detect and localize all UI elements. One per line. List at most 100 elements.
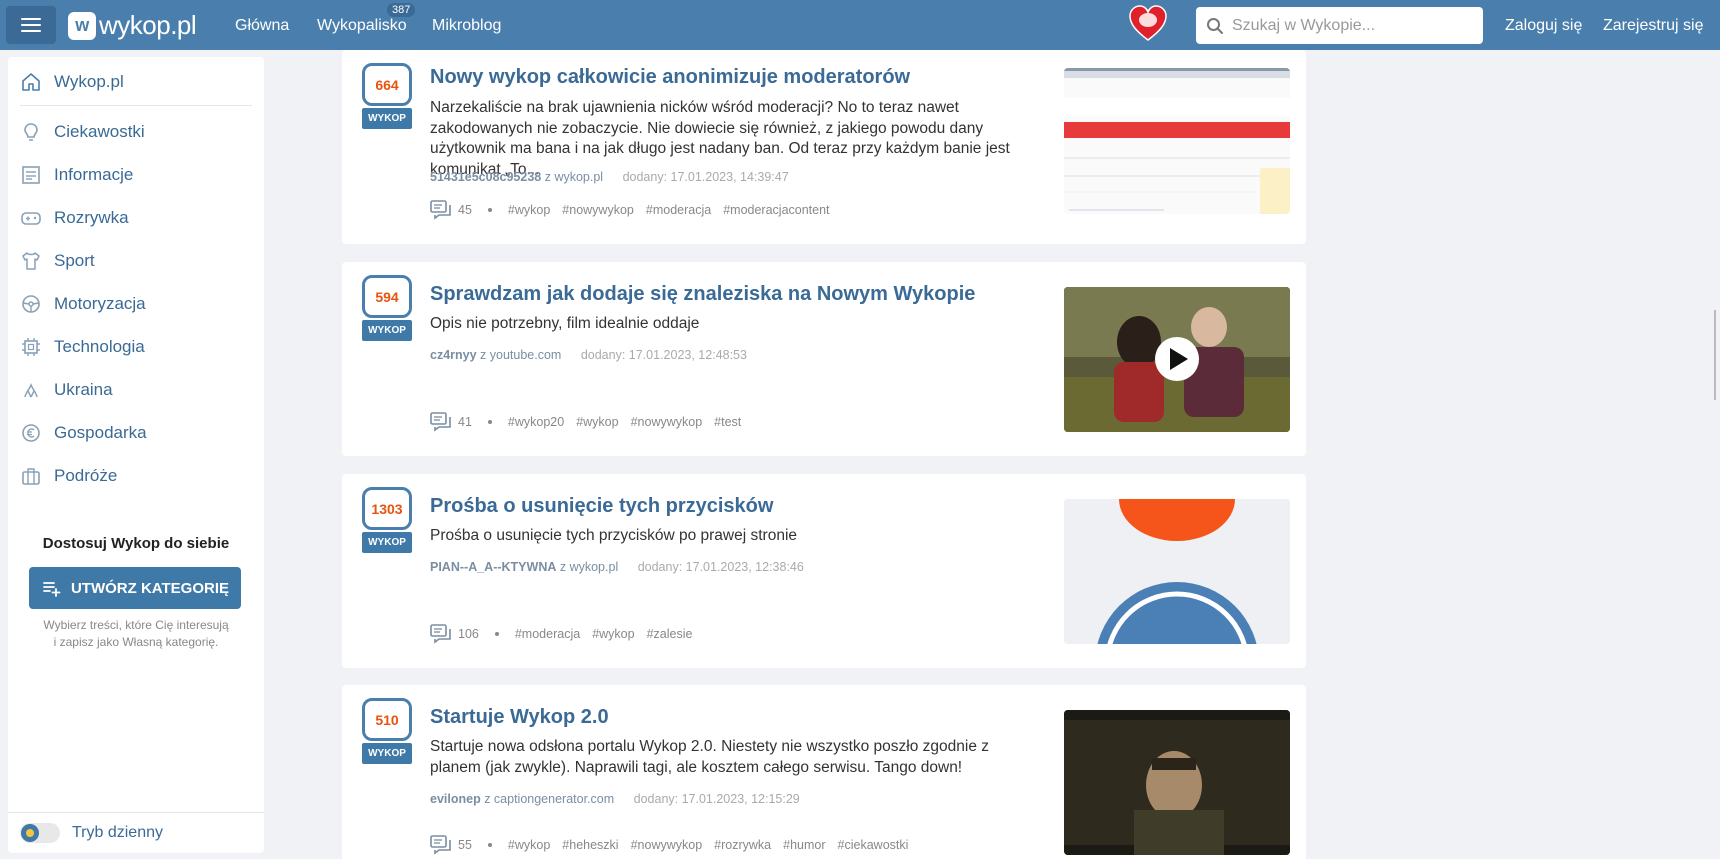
tag-link[interactable]: #zalesie <box>647 627 693 641</box>
toggle-switch[interactable] <box>20 823 60 843</box>
video-thumbnail[interactable] <box>1064 287 1290 432</box>
tag-link[interactable]: #nowywykop <box>562 203 634 217</box>
tag-link[interactable]: #wykop <box>592 627 634 641</box>
gamepad-icon <box>20 207 42 229</box>
tag-link[interactable]: #wykop20 <box>508 415 564 429</box>
register-link[interactable]: Zarejestruj się <box>1603 17 1703 35</box>
tag-link[interactable]: #nowywykop <box>631 415 703 429</box>
vote-count[interactable]: 594 <box>362 275 412 318</box>
sidebar-item-ukraina[interactable]: Ukraina <box>20 375 113 405</box>
sidebar-item-gospodarka[interactable]: Gospodarka <box>20 418 147 448</box>
sidebar-item-sport[interactable]: Sport <box>20 246 95 276</box>
sidebar-item-informacje[interactable]: Informacje <box>20 160 133 190</box>
sidebar-item-ciekawostki[interactable]: Ciekawostki <box>20 117 145 147</box>
sidebar-divider <box>8 812 264 813</box>
vote-count[interactable]: 510 <box>362 698 412 741</box>
scrollbar-thumb[interactable] <box>1714 310 1716 400</box>
newspaper-icon <box>20 164 42 186</box>
comments-icon <box>430 835 451 855</box>
wykop-button[interactable]: WYKOP <box>362 320 412 341</box>
add-list-icon <box>43 582 61 597</box>
search-box[interactable] <box>1196 7 1483 44</box>
source-domain[interactable]: z captiongenerator.com <box>484 792 614 806</box>
link-title[interactable]: Startuje Wykop 2.0 <box>430 706 609 729</box>
tag-link[interactable]: #wykop <box>508 203 550 217</box>
login-link[interactable]: Zaloguj się <box>1505 17 1582 35</box>
wykop-button[interactable]: WYKOP <box>362 532 412 553</box>
comments-count: 41 <box>458 415 472 429</box>
nav-wykopalisko[interactable]: Wykopalisko <box>317 17 407 35</box>
tag-link[interactable]: #rozrywka <box>714 838 771 852</box>
tag-link[interactable]: #humor <box>783 838 825 852</box>
create-category-button[interactable]: UTWÓRZ KATEGORIĘ <box>29 567 241 609</box>
tag-link[interactable]: #moderacja <box>515 627 580 641</box>
link-footer: 106 #moderacja #wykop #zalesie <box>430 624 692 644</box>
hamburger-menu-button[interactable] <box>6 6 56 44</box>
nav-glowna[interactable]: Główna <box>235 17 289 35</box>
site-logo[interactable]: w wykop.pl <box>68 10 197 41</box>
vote-box: 664 WYKOP <box>362 63 412 129</box>
top-navigation-bar: w wykop.pl Główna Wykopalisko 387 Mikrob… <box>0 0 1720 50</box>
tag-link[interactable]: #moderacja <box>646 203 711 217</box>
note-line: Wybierz treści, które Cię interesują <box>43 618 229 632</box>
link-footer: 55 #wykop #heheszki #nowywykop #rozrywka… <box>430 835 908 855</box>
link-meta: evilonep z captiongenerator.com dodany: … <box>430 792 800 806</box>
sidebar-item-label: Podróże <box>54 466 118 485</box>
comments-count: 106 <box>458 627 479 641</box>
sidebar-item-technologia[interactable]: Technologia <box>20 332 145 362</box>
wykop-button[interactable]: WYKOP <box>362 743 412 764</box>
vote-box: 1303 WYKOP <box>362 487 412 553</box>
comments-button[interactable]: 41 <box>430 412 472 432</box>
tag-link[interactable]: #test <box>714 415 741 429</box>
tag-link[interactable]: #nowywykop <box>631 838 703 852</box>
link-meta: PIAN--A_A--KTYWNA z wykop.pl dodany: 17.… <box>430 560 804 574</box>
link-card: 594 WYKOP Sprawdzam jak dodaje się znale… <box>342 262 1306 456</box>
shirt-icon <box>20 250 42 272</box>
vote-count[interactable]: 1303 <box>362 487 412 530</box>
sidebar-item-rozrywka[interactable]: Rozrywka <box>20 203 129 233</box>
tag-link[interactable]: #wykop <box>508 838 550 852</box>
added-date: dodany: 17.01.2023, 14:39:47 <box>622 170 789 184</box>
separator-dot <box>487 420 492 424</box>
link-footer: 41 #wykop20 #wykop #nowywykop #test <box>430 412 741 432</box>
tag-link[interactable]: #heheszki <box>562 838 618 852</box>
source-domain[interactable]: z wykop.pl <box>560 560 618 574</box>
author-link[interactable]: 51431e5c08c95238 <box>430 170 541 184</box>
sidebar: Wykop.pl Ciekawostki Informacje Rozrywka… <box>8 57 264 853</box>
link-thumbnail[interactable] <box>1064 68 1290 214</box>
link-title[interactable]: Nowy wykop całkowicie anonimizuje modera… <box>430 66 910 89</box>
source-domain[interactable]: z wykop.pl <box>545 170 603 184</box>
sidebar-item-motoryzacja[interactable]: Motoryzacja <box>20 289 146 319</box>
author-link[interactable]: cz4rnyy <box>430 348 477 362</box>
link-title[interactable]: Sprawdzam jak dodaje się znaleziska na N… <box>430 283 975 306</box>
day-mode-toggle[interactable]: Tryb dzienny <box>20 823 163 843</box>
comments-button[interactable]: 106 <box>430 624 479 644</box>
charity-heart-icon[interactable] <box>1128 4 1168 44</box>
search-input[interactable] <box>1232 16 1472 35</box>
link-thumbnail[interactable] <box>1064 499 1290 644</box>
tag-link[interactable]: #ciekawostki <box>838 838 909 852</box>
author-link[interactable]: PIAN--A_A--KTYWNA <box>430 560 556 574</box>
author-link[interactable]: evilonep <box>430 792 481 806</box>
home-icon <box>20 71 42 93</box>
video-thumbnail[interactable] <box>1064 710 1290 855</box>
sidebar-item-label: Motoryzacja <box>54 294 146 313</box>
link-title[interactable]: Prośba o usunięcie tych przycisków <box>430 495 773 518</box>
sidebar-item-label: Ukraina <box>54 380 113 399</box>
comments-button[interactable]: 55 <box>430 835 472 855</box>
comments-icon <box>430 412 451 432</box>
separator-dot <box>487 208 492 212</box>
wykop-button[interactable]: WYKOP <box>362 108 412 129</box>
sidebar-item-podroze[interactable]: Podróże <box>20 461 117 491</box>
steering-wheel-icon <box>20 293 42 315</box>
added-date: dodany: 17.01.2023, 12:15:29 <box>633 792 800 806</box>
comments-button[interactable]: 45 <box>430 200 472 220</box>
search-icon <box>1207 17 1223 34</box>
nav-mikroblog[interactable]: Mikroblog <box>432 17 501 35</box>
source-domain[interactable]: z youtube.com <box>480 348 561 362</box>
sidebar-item-home[interactable]: Wykop.pl <box>20 67 124 97</box>
tag-link[interactable]: #wykop <box>576 415 618 429</box>
suitcase-icon <box>20 465 42 487</box>
tag-link[interactable]: #moderacjacontent <box>723 203 829 217</box>
vote-count[interactable]: 664 <box>362 63 412 106</box>
